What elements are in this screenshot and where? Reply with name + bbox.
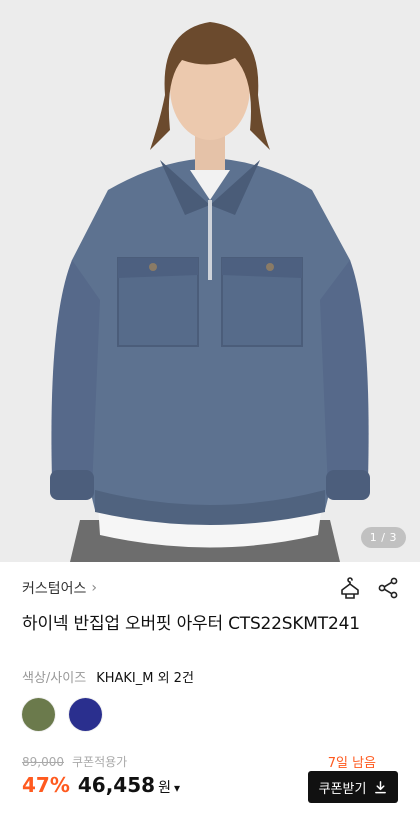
price-row[interactable]: 47% 46,458 원 ▾ bbox=[22, 773, 180, 797]
chevron-right-icon: › bbox=[91, 580, 98, 596]
original-price: 89,000 bbox=[22, 754, 64, 769]
product-image[interactable]: 1 / 3 bbox=[0, 0, 420, 562]
brand-link[interactable]: 커스텀어스 › bbox=[22, 578, 97, 598]
chevron-down-icon: ▾ bbox=[173, 781, 180, 795]
option-value: KHAKI_M 외 2건 bbox=[96, 671, 194, 686]
brand-name: 커스텀어스 bbox=[22, 581, 87, 597]
days-left-badge: 7일 남음 bbox=[327, 756, 376, 771]
download-icon bbox=[375, 780, 387, 793]
product-photo bbox=[0, 0, 420, 562]
share-icon[interactable] bbox=[376, 576, 400, 600]
product-actions bbox=[338, 576, 400, 600]
image-pager: 1 / 3 bbox=[360, 527, 406, 548]
discount-rate: 47% bbox=[22, 773, 70, 797]
sale-price: 46,458 bbox=[77, 773, 156, 797]
original-price-row: 89,000 쿠폰적용가 bbox=[22, 753, 127, 770]
coupon-download-button[interactable]: 쿠폰받기 bbox=[308, 771, 398, 803]
coupon-button-label: 쿠폰받기 bbox=[318, 781, 367, 797]
hanger-icon[interactable] bbox=[338, 576, 362, 600]
swatch-khaki[interactable] bbox=[22, 698, 55, 731]
color-swatches bbox=[22, 698, 102, 731]
product-title: 하이넥 반집업 오버핏 아우터 CTS22SKMT241 bbox=[22, 614, 360, 634]
currency-label: 원 bbox=[158, 780, 171, 796]
option-label: 색상/사이즈 bbox=[22, 671, 87, 686]
option-summary[interactable]: 색상/사이즈 KHAKI_M 외 2건 bbox=[22, 667, 194, 686]
swatch-navy[interactable] bbox=[69, 698, 102, 731]
coupon-price-label: 쿠폰적용가 bbox=[72, 755, 128, 769]
